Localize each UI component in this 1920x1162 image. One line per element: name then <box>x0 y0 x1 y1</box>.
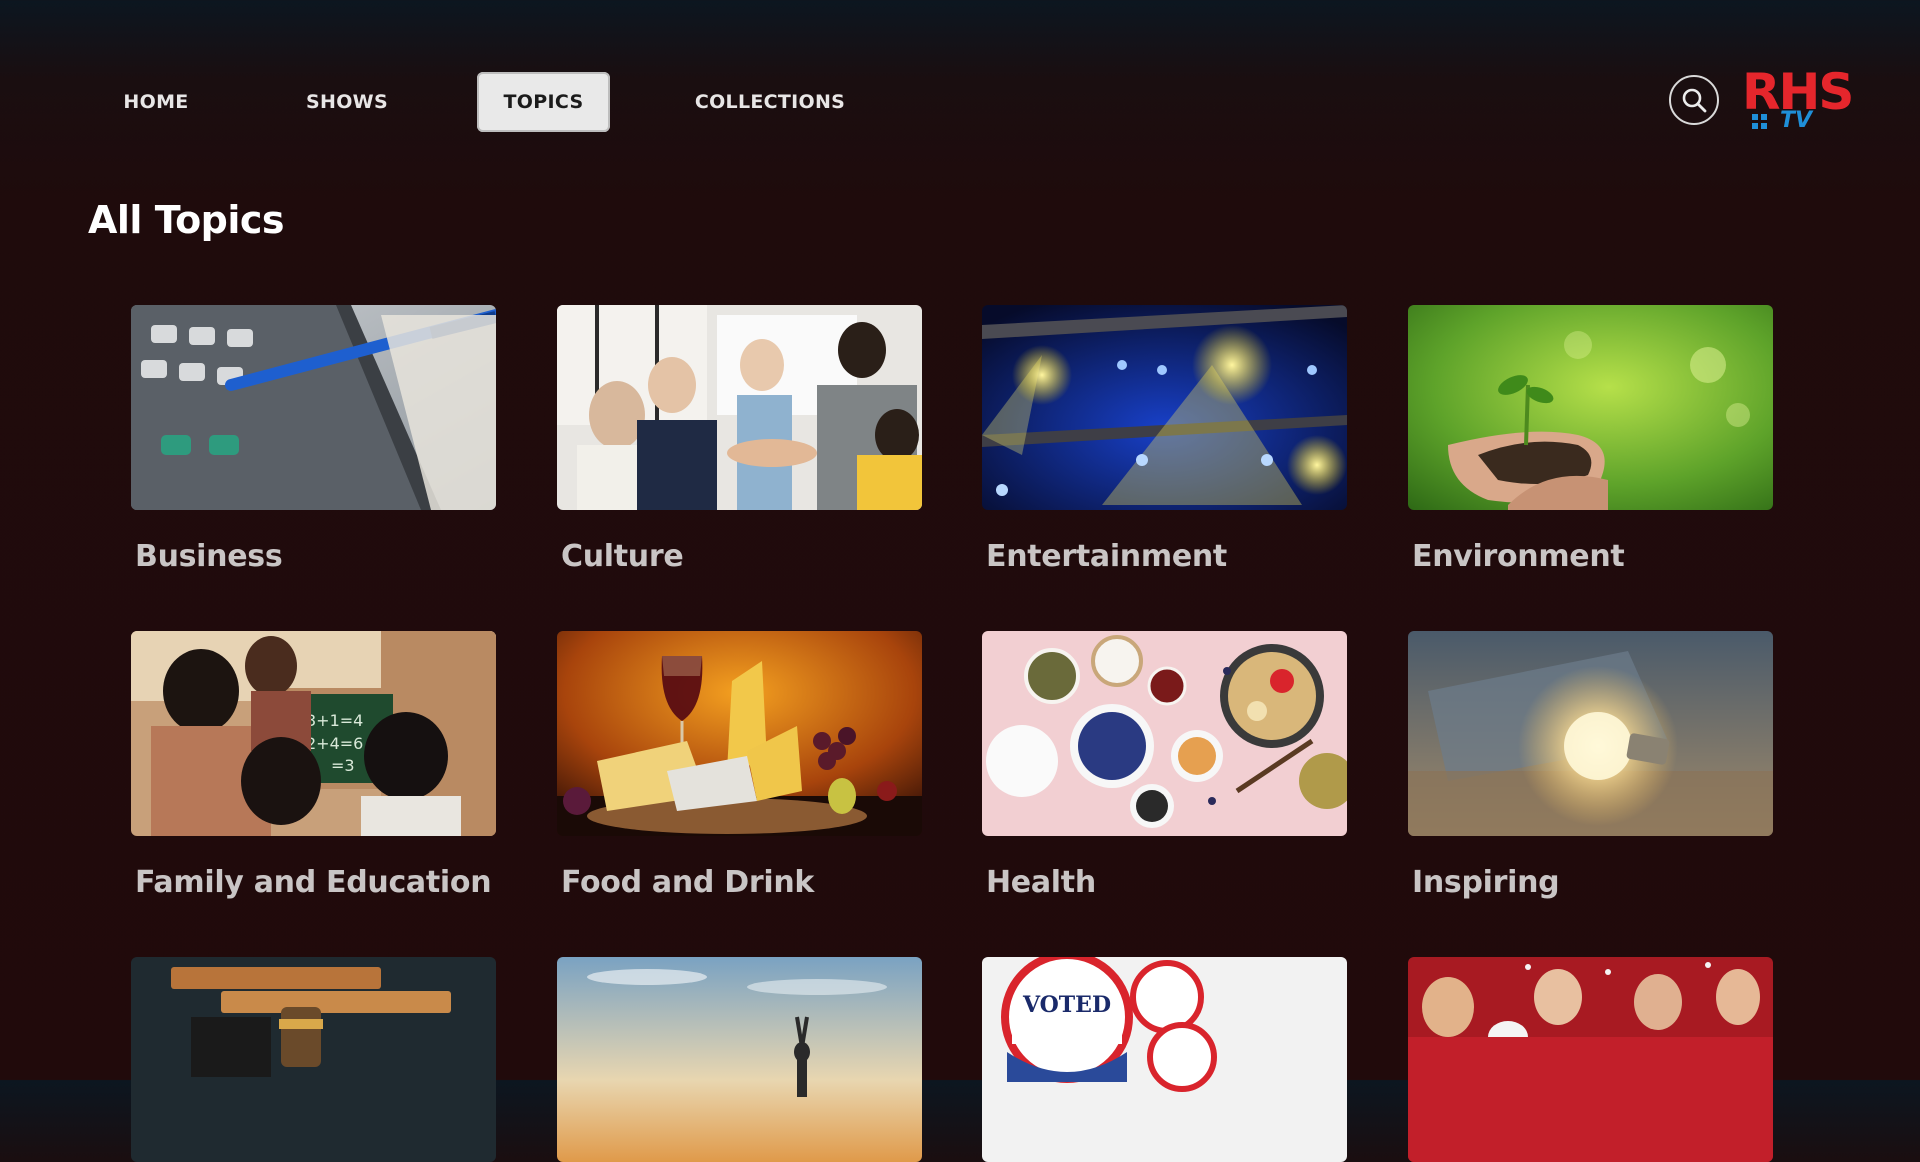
rhs-tv-logo[interactable]: RHS TV <box>1742 64 1867 136</box>
food-and-drink-thumbnail <box>557 631 922 836</box>
topic-card-family-and-education[interactable]: 3+1=4 2+4=6 =3 Family and Education <box>131 631 496 900</box>
svg-text:I: I <box>1062 957 1072 983</box>
topic-label: Business <box>135 539 283 574</box>
svg-text:TODAY: TODAY <box>1040 1025 1096 1041</box>
topic-label: Health <box>986 865 1096 900</box>
nav-shows[interactable]: SHOWS <box>290 72 404 132</box>
inspiring-thumbnail <box>1408 631 1773 836</box>
svg-text:=3: =3 <box>331 756 355 775</box>
svg-text:3+1=4: 3+1=4 <box>306 711 363 730</box>
nav-collections[interactable]: COLLECTIONS <box>690 72 850 132</box>
topic-card-wellness[interactable] <box>557 957 922 1162</box>
environment-thumbnail <box>1408 305 1773 510</box>
logo-secondary-text: TV <box>1780 108 1813 133</box>
nav-home[interactable]: HOME <box>106 72 206 132</box>
topic-card-food-and-drink[interactable]: Food and Drink <box>557 631 922 900</box>
top-navigation-bar: HOME SHOWS TOPICS COLLECTIONS RHS TV <box>0 0 1920 200</box>
topic-card-health[interactable]: Health <box>982 631 1347 900</box>
topic-label: Family and Education <box>135 865 492 900</box>
yoga-thumbnail <box>557 957 922 1162</box>
family-and-education-thumbnail: 3+1=4 2+4=6 =3 <box>131 631 496 836</box>
topic-label: Inspiring <box>1412 865 1560 900</box>
business-thumbnail <box>131 305 496 510</box>
topic-label: Entertainment <box>986 539 1227 574</box>
topic-card-environment[interactable]: Environment <box>1408 305 1773 574</box>
health-thumbnail <box>982 631 1347 836</box>
svg-text:VOTED: VOTED <box>1022 992 1111 1018</box>
topic-card-celebration[interactable] <box>1408 957 1773 1162</box>
topic-card-politics[interactable]: I VOTED TODAY <box>982 957 1347 1162</box>
svg-text:2+4=6: 2+4=6 <box>306 734 363 753</box>
topic-label: Culture <box>561 539 684 574</box>
topic-label: Environment <box>1412 539 1625 574</box>
topic-label: Food and Drink <box>561 865 815 900</box>
voting-thumbnail: I VOTED TODAY <box>982 957 1347 1162</box>
crowd-thumbnail <box>1408 957 1773 1162</box>
topic-card-entertainment[interactable]: Entertainment <box>982 305 1347 574</box>
search-button[interactable] <box>1669 75 1719 125</box>
nav-topics[interactable]: TOPICS <box>477 72 610 132</box>
search-icon <box>1682 88 1707 113</box>
topic-card-law[interactable] <box>131 957 496 1162</box>
gavel-thumbnail <box>131 957 496 1162</box>
entertainment-thumbnail <box>982 305 1347 510</box>
logo-dots-icon <box>1752 114 1768 130</box>
topic-card-inspiring[interactable]: Inspiring <box>1408 631 1773 900</box>
topic-card-business[interactable]: Business <box>131 305 496 574</box>
culture-thumbnail <box>557 305 922 510</box>
page-title: All Topics <box>88 198 285 242</box>
topic-card-culture[interactable]: Culture <box>557 305 922 574</box>
